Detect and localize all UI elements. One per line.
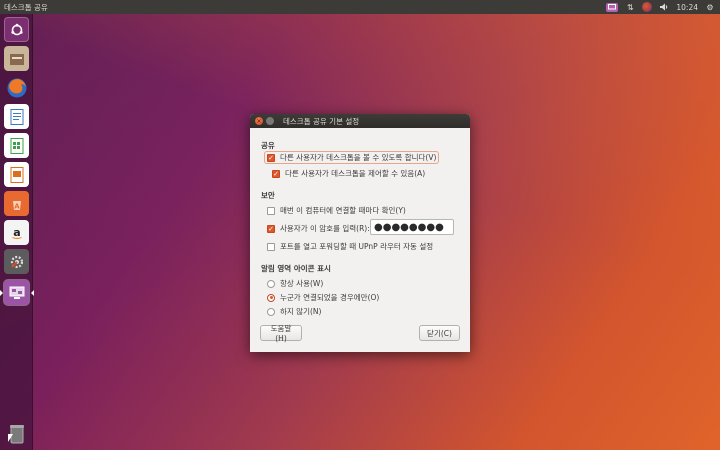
close-window-icon[interactable]: × [255,117,263,125]
password-input[interactable]: ●●●●●●●● [370,219,454,235]
impress-icon[interactable] [4,162,29,187]
minimize-window-icon[interactable] [266,117,274,125]
launcher: A a [0,14,34,450]
never-radio[interactable]: 하지 않기(N) [267,306,321,317]
upnp-checkbox[interactable]: 포트를 열고 포워딩할 때 UPnP 라우터 자동 설정 [267,241,433,252]
checkbox-icon [267,206,275,215]
radio-icon [267,279,275,288]
desktop-sharing-icon[interactable] [4,280,29,305]
calc-icon[interactable] [4,133,29,158]
svg-text:A: A [14,202,20,210]
top-panel: 데스크톱 공유 ⇅ 10:24 ⚙ [0,0,720,14]
files-icon[interactable] [4,46,29,71]
sharing-heading: 공유 [261,141,275,150]
when-connected-label: 누군가 연결되었을 경우에만(O) [280,293,380,302]
clock[interactable]: 10:24 [676,3,698,12]
firefox-icon[interactable] [4,75,29,100]
active-indicator-icon [0,290,3,296]
checkbox-icon [267,242,275,251]
software-center-icon[interactable]: A [4,191,29,216]
always-radio[interactable]: 항상 사용(W) [267,278,323,289]
allow-control-label: 다른 사용자가 데스크톱을 제어할 수 있음(A) [285,169,426,178]
allow-view-checkbox[interactable]: ✓ 다른 사용자가 데스크톱을 볼 수 있도록 합니다(V) [265,152,438,163]
close-button[interactable]: 닫기(C) [419,325,460,341]
check-icon: ✓ [267,224,275,233]
check-icon: ✓ [272,169,280,178]
check-icon: ✓ [267,153,275,162]
svg-text:a: a [13,226,20,239]
confirm-each-checkbox[interactable]: 매번 이 컴퓨터에 연결할 때마다 확인(Y) [267,205,406,216]
help-button[interactable]: 도움말(H) [260,324,302,343]
confirm-each-label: 매번 이 컴퓨터에 연결할 때마다 확인(Y) [280,206,406,215]
allow-view-label: 다른 사용자가 데스크톱을 볼 수 있도록 합니다(V) [280,153,437,162]
radio-selected-icon [267,293,275,302]
dialog-title: 데스크톱 공유 기본 설정 [283,116,360,126]
keyboard-icon[interactable] [642,2,653,12]
require-password-checkbox[interactable]: ✓ 사용자가 이 암호를 입력(R): [267,223,370,234]
require-password-label: 사용자가 이 암호를 입력(R): [280,224,370,233]
dialog-titlebar[interactable]: × 데스크톱 공유 기본 설정 [250,114,470,128]
notification-heading: 알림 영역 아이콘 표시 [261,264,331,273]
radio-icon [267,307,275,316]
sharing-icon[interactable] [606,2,619,12]
when-connected-radio[interactable]: 누군가 연결되었을 경우에만(O) [267,292,379,303]
never-label: 하지 않기(N) [280,307,322,316]
dash-icon[interactable] [4,17,29,42]
amazon-icon[interactable]: a [4,220,29,245]
panel-app-title: 데스크톱 공유 [4,2,48,12]
volume-icon[interactable] [658,2,670,12]
network-icon[interactable]: ⇅ [624,2,636,12]
security-heading: 보안 [261,191,275,200]
allow-control-checkbox[interactable]: ✓ 다른 사용자가 데스크톱을 제어할 수 있음(A) [272,168,425,179]
always-label: 항상 사용(W) [280,279,324,288]
writer-icon[interactable] [4,104,29,129]
system-settings-icon[interactable] [4,249,29,274]
mouse-pointer-icon [8,434,13,442]
preferences-dialog: × 데스크톱 공유 기본 설정 공유 ✓ 다른 사용자가 데스크톱을 볼 수 있… [250,114,470,352]
upnp-label: 포트를 열고 포워딩할 때 UPnP 라우터 자동 설정 [280,242,434,251]
focus-indicator-icon [31,290,34,296]
system-tray: ⇅ 10:24 ⚙ [606,2,720,12]
settings-icon[interactable]: ⚙ [704,2,716,12]
